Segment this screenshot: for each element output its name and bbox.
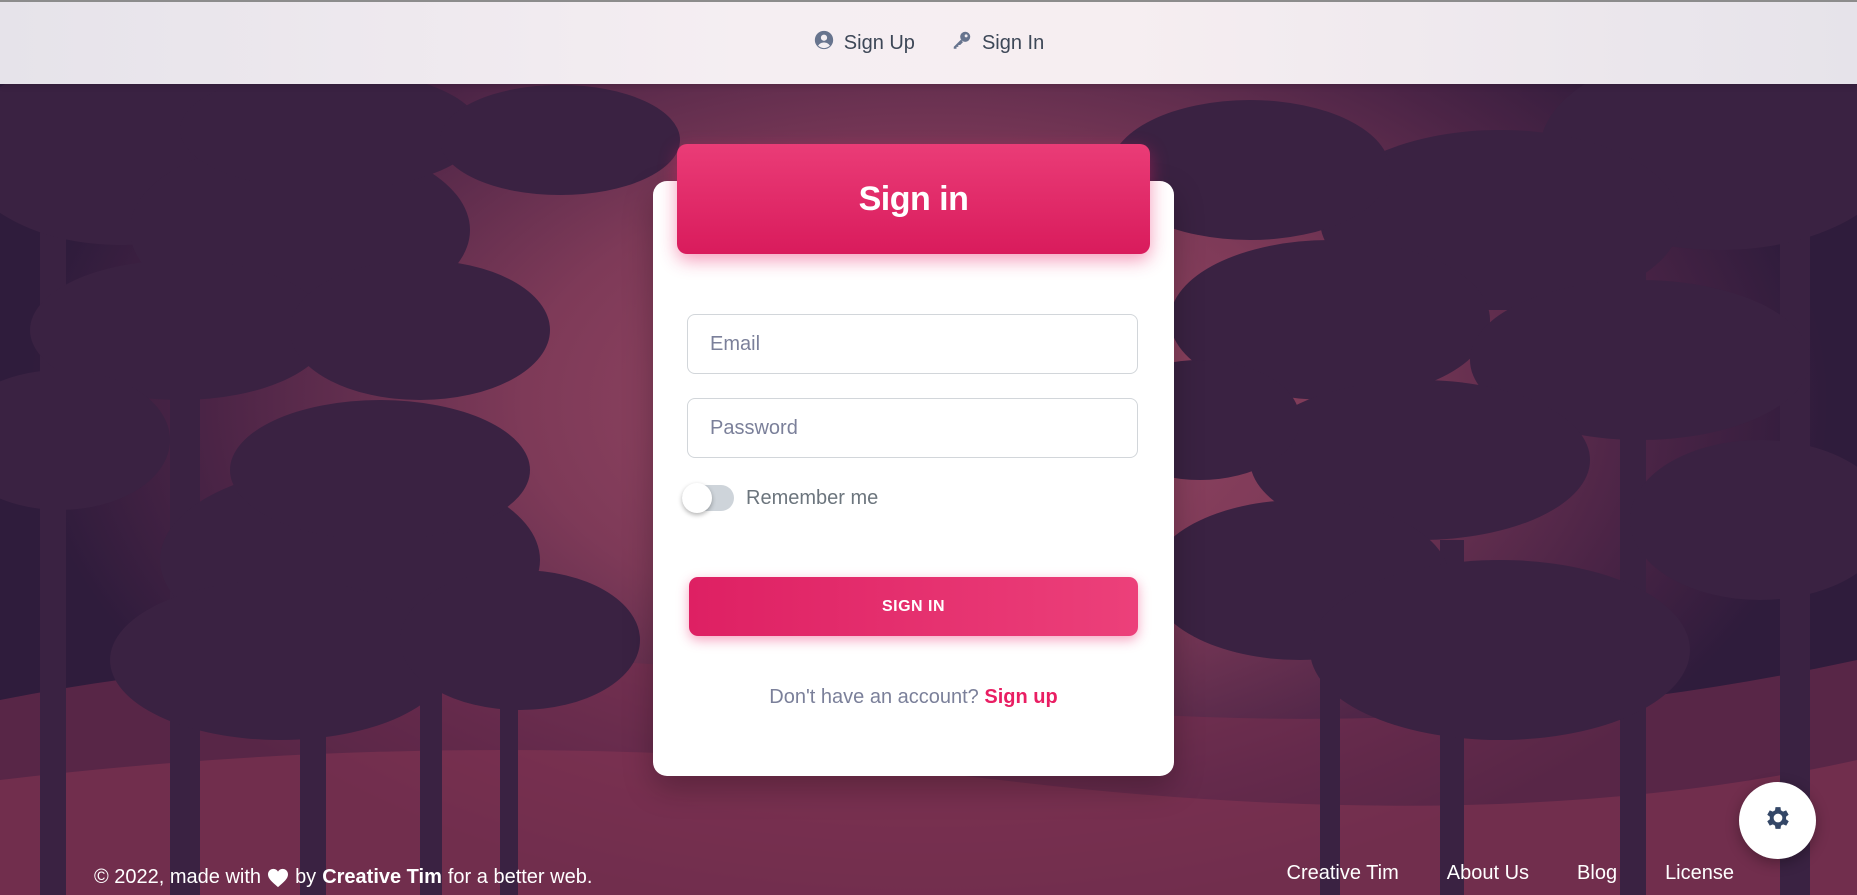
toggle-knob: [682, 483, 712, 513]
account-circle-icon: [813, 29, 835, 57]
card-title: Sign in: [858, 179, 969, 218]
nav-sign-up-label: Sign Up: [843, 31, 915, 54]
nav-sign-in-link[interactable]: Sign In: [951, 29, 1044, 57]
settings-button[interactable]: [1739, 782, 1816, 859]
nav-sign-up-link[interactable]: Sign Up: [813, 29, 915, 57]
signup-prompt-row: Don't have an account? Sign up: [653, 686, 1174, 709]
top-navbar: Sign Up Sign In: [0, 0, 1857, 84]
remember-me-label: Remember me: [746, 486, 879, 509]
signup-prompt-text: Don't have an account?: [769, 686, 979, 708]
key-icon: [951, 29, 973, 57]
remember-me-row: Remember me: [682, 483, 879, 513]
gear-icon: [1763, 803, 1793, 838]
copyright-by: by: [295, 866, 317, 888]
sign-in-button[interactable]: SIGN IN: [689, 577, 1138, 636]
email-input[interactable]: [687, 314, 1138, 374]
copyright-suffix: for a better web.: [447, 866, 593, 888]
copyright-prefix: © 2022, made with: [94, 866, 262, 888]
sign-up-link[interactable]: Sign up: [984, 686, 1057, 708]
password-input[interactable]: [687, 398, 1138, 458]
nav-sign-in-label: Sign In: [981, 31, 1045, 54]
footer-link-about-us[interactable]: About Us: [1447, 862, 1529, 885]
remember-me-toggle[interactable]: [682, 483, 734, 513]
footer-links: Creative Tim About Us Blog License: [1287, 862, 1734, 885]
heart-icon: [267, 868, 289, 888]
footer-link-license[interactable]: License: [1665, 862, 1734, 885]
copyright-author-link[interactable]: Creative Tim: [322, 866, 442, 889]
footer-link-creative-tim[interactable]: Creative Tim: [1287, 862, 1399, 885]
footer-link-blog[interactable]: Blog: [1577, 862, 1617, 885]
footer-copyright: © 2022, made with by Creative Tim for a …: [94, 866, 592, 889]
card-header: Sign in: [677, 144, 1150, 254]
